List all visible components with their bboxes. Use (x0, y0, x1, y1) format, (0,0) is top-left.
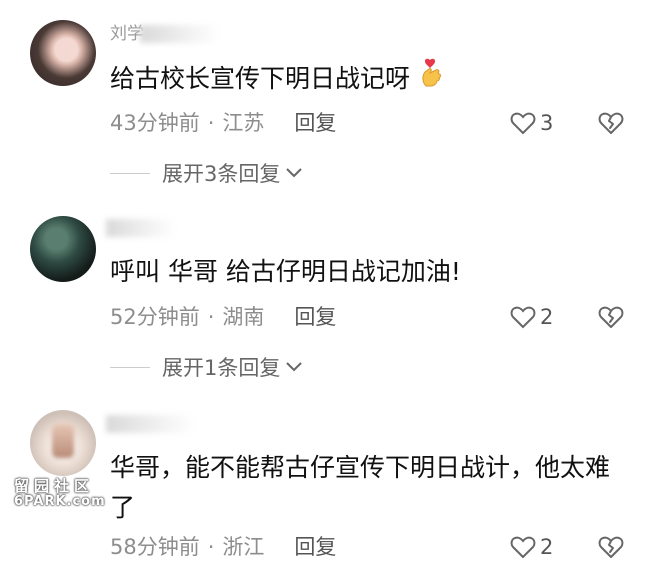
comment-meta: 58分钟前 · 浙江 回复 (110, 532, 336, 562)
expand-replies-label: 展开3条回复 (162, 162, 281, 186)
separator: · (207, 535, 215, 559)
like-count: 2 (540, 535, 554, 559)
dislike-button[interactable] (598, 302, 624, 332)
username-text: 刘学 (110, 24, 144, 44)
comment-text: 呼叫 华哥 给古仔明日战记加油! (110, 252, 630, 292)
comment-text-content: 给古校长宣传下明日战记呀 (110, 64, 411, 93)
username-blur (140, 25, 220, 43)
chevron-down-icon (286, 362, 303, 372)
location: 江苏 (222, 111, 265, 135)
broken-heart-icon (598, 306, 624, 328)
avatar[interactable] (30, 20, 96, 86)
broken-heart-icon (598, 536, 624, 558)
dislike-button[interactable] (598, 532, 624, 562)
username[interactable] (106, 412, 196, 436)
like-button[interactable]: 3 (510, 108, 553, 138)
like-button[interactable]: 2 (510, 532, 553, 562)
location: 浙江 (222, 535, 265, 559)
finger-heart-icon (418, 58, 446, 102)
expand-replies-label: 展开1条回复 (162, 356, 281, 380)
like-count: 3 (540, 111, 554, 135)
dislike-button[interactable] (598, 108, 624, 138)
chevron-down-icon (286, 168, 303, 178)
reply-button[interactable]: 回复 (294, 305, 336, 329)
comment-text-content: 华哥，能不能帮古仔宣传下明日战计，他太难了 (110, 453, 611, 522)
avatar[interactable] (30, 216, 96, 282)
heart-outline-icon (510, 306, 536, 329)
like-button[interactable]: 2 (510, 302, 553, 332)
location: 湖南 (222, 305, 265, 329)
broken-heart-icon (598, 112, 624, 134)
comment-text-content: 呼叫 华哥 给古仔明日战记加油! (110, 257, 461, 286)
username[interactable] (106, 216, 176, 240)
reply-button[interactable]: 回复 (294, 535, 336, 559)
comment-text: 华哥，能不能帮古仔宣传下明日战计，他太难了 (110, 448, 630, 528)
timestamp: 58分钟前 (110, 535, 200, 559)
avatar-figure (52, 424, 74, 458)
reply-button[interactable]: 回复 (294, 111, 336, 135)
watermark-en: 6PARK.com (14, 494, 106, 509)
avatar[interactable] (30, 410, 96, 476)
separator: · (207, 305, 215, 329)
separator: · (207, 111, 215, 135)
comment-meta: 43分钟前 · 江苏 回复 (110, 108, 336, 138)
comment-text: 给古校长宣传下明日战记呀 (110, 58, 630, 102)
watermark-cn: 留园社区 (14, 477, 95, 495)
divider-line (110, 172, 150, 174)
expand-replies-button[interactable]: 展开1条回复 (110, 352, 303, 382)
timestamp: 52分钟前 (110, 305, 200, 329)
username[interactable]: 刘学 (110, 22, 220, 46)
heart-outline-icon (510, 536, 536, 559)
username-blur (106, 415, 196, 433)
like-count: 2 (540, 305, 554, 329)
username-blur (106, 219, 176, 237)
heart-outline-icon (510, 112, 536, 135)
timestamp: 43分钟前 (110, 111, 200, 135)
site-watermark: 留园社区 6PARK.com (14, 477, 106, 510)
divider-line (110, 366, 150, 368)
expand-replies-button[interactable]: 展开3条回复 (110, 158, 303, 188)
comment-meta: 52分钟前 · 湖南 回复 (110, 302, 336, 332)
